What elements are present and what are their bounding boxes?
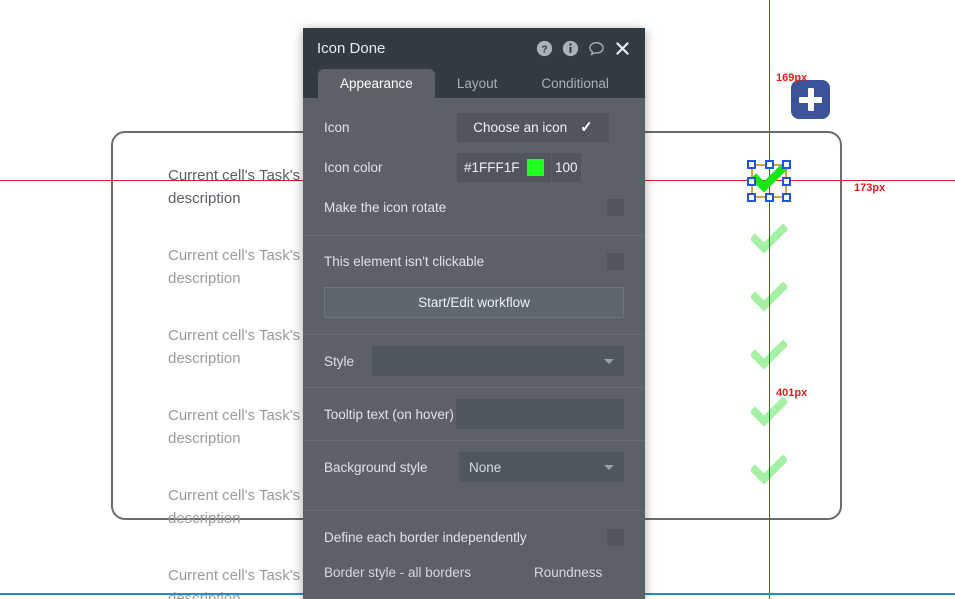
field-border-independent-label: Define each border independently	[324, 529, 527, 545]
color-swatch[interactable]	[526, 158, 544, 176]
field-tooltip-label: Tooltip text (on hover)	[324, 406, 454, 422]
close-icon[interactable]	[614, 40, 631, 57]
style-dropdown[interactable]	[371, 346, 624, 376]
comment-icon[interactable]	[588, 40, 605, 57]
border-roundness-headers: Border style - all borders Roundness	[303, 557, 645, 587]
field-icon-color: Icon color #1FFF1F 100	[303, 147, 645, 187]
color-picker-group[interactable]: #1FFF1F 100	[457, 152, 581, 182]
chevron-down-icon	[604, 359, 614, 364]
guide-line-vertical	[769, 0, 770, 599]
background-style-value: None	[469, 459, 502, 475]
choose-icon-button[interactable]: Choose an icon ✓	[457, 112, 609, 142]
field-not-clickable: This element isn't clickable	[303, 241, 645, 281]
field-icon: Icon Choose an icon ✓	[303, 107, 645, 147]
field-icon-rotate: Make the icon rotate	[303, 187, 645, 227]
check-icon: ✓	[580, 119, 593, 136]
property-editor-panel[interactable]: Icon Done ? Appearance Layout Conditiona…	[303, 28, 645, 599]
tab-layout[interactable]: Layout	[435, 69, 520, 98]
guide-label-bottom: 401px	[776, 387, 808, 399]
tab-appearance[interactable]: Appearance	[318, 69, 435, 98]
panel-body: Icon Choose an icon ✓ Icon color #1FFF1F…	[303, 98, 645, 587]
field-icon-rotate-label: Make the icon rotate	[324, 199, 447, 215]
field-roundness-label: Roundness	[534, 564, 603, 580]
svg-text:?: ?	[541, 44, 547, 55]
field-tooltip: Tooltip text (on hover)	[303, 388, 645, 440]
border-independent-checkbox[interactable]	[607, 528, 624, 546]
not-clickable-checkbox[interactable]	[607, 252, 624, 270]
field-not-clickable-label: This element isn't clickable	[324, 253, 485, 269]
panel-header-icons: ?	[536, 40, 631, 57]
resize-handle-ne[interactable]	[782, 160, 791, 169]
add-button-icon[interactable]	[791, 80, 830, 119]
start-edit-workflow-button[interactable]: Start/Edit workflow	[324, 287, 624, 318]
guide-label-vertical: 169px	[776, 72, 808, 84]
tab-conditional[interactable]: Conditional	[519, 69, 631, 98]
resize-handle-se[interactable]	[782, 193, 791, 202]
field-style-label: Style	[324, 353, 355, 369]
choose-icon-label: Choose an icon	[473, 119, 568, 135]
chevron-down-icon	[604, 465, 614, 470]
color-hex-input[interactable]: #1FFF1F	[457, 153, 551, 182]
info-icon[interactable]	[562, 40, 579, 57]
guide-label-horizontal: 173px	[854, 182, 886, 194]
resize-handle-w[interactable]	[747, 176, 756, 186]
selection-box[interactable]	[747, 160, 791, 202]
field-border-style-label: Border style - all borders	[324, 564, 472, 580]
resize-handle-e[interactable]	[782, 176, 791, 186]
resize-handle-s[interactable]	[764, 193, 774, 202]
panel-header: Icon Done ?	[303, 28, 645, 69]
resize-handle-sw[interactable]	[747, 193, 756, 202]
page-title: Icon Done	[317, 40, 386, 57]
help-icon[interactable]: ?	[536, 40, 553, 57]
tooltip-input[interactable]	[456, 399, 624, 429]
background-style-dropdown[interactable]: None	[459, 452, 624, 482]
color-hex-value: #1FFF1F	[464, 159, 520, 175]
panel-tabs: Appearance Layout Conditional	[303, 69, 645, 98]
field-icon-label: Icon	[324, 119, 350, 135]
color-opacity-input[interactable]: 100	[550, 152, 581, 182]
icon-rotate-checkbox[interactable]	[607, 198, 624, 216]
field-icon-color-label: Icon color	[324, 159, 383, 175]
resize-handle-nw[interactable]	[747, 160, 756, 169]
field-background-style-label: Background style	[324, 459, 428, 475]
app-root: Current cell's Task's description Curren…	[0, 0, 955, 599]
resize-handle-n[interactable]	[764, 160, 774, 169]
field-background-style: Background style None	[303, 441, 645, 493]
field-border-independent: Define each border independently	[303, 517, 645, 557]
field-style: Style	[303, 335, 645, 387]
